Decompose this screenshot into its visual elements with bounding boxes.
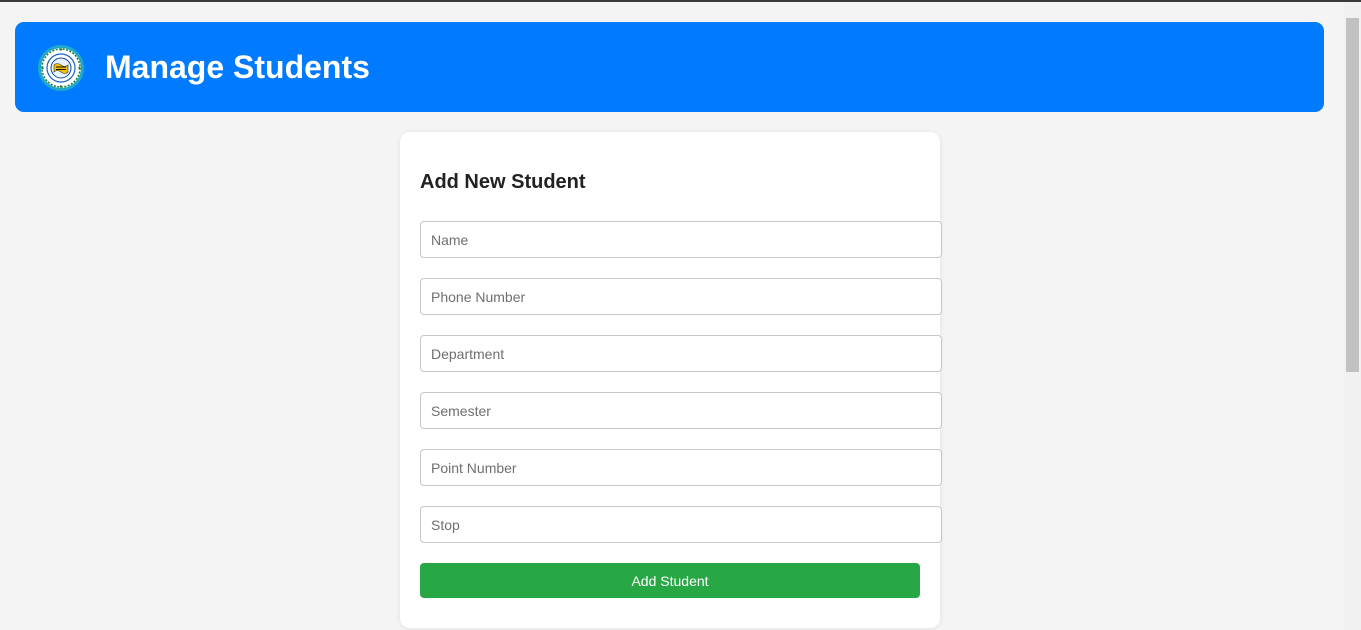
point-number-input[interactable] — [420, 449, 942, 486]
page-header: Manage Students — [15, 22, 1324, 112]
university-seal-icon — [37, 44, 85, 92]
department-input[interactable] — [420, 335, 942, 372]
form-title: Add New Student — [420, 171, 586, 193]
scrollbar-thumb[interactable] — [1346, 18, 1359, 372]
window-top-border — [0, 0, 1361, 2]
name-input[interactable] — [420, 221, 942, 258]
page-title: Manage Students — [105, 49, 370, 85]
semester-input[interactable] — [420, 392, 942, 429]
stop-input[interactable] — [420, 506, 942, 543]
add-student-card: Add New Student Add Student — [400, 132, 942, 628]
page-scrollbar[interactable] — [1344, 2, 1361, 630]
phone-number-input[interactable] — [420, 278, 942, 315]
add-student-button[interactable]: Add Student — [420, 563, 920, 598]
